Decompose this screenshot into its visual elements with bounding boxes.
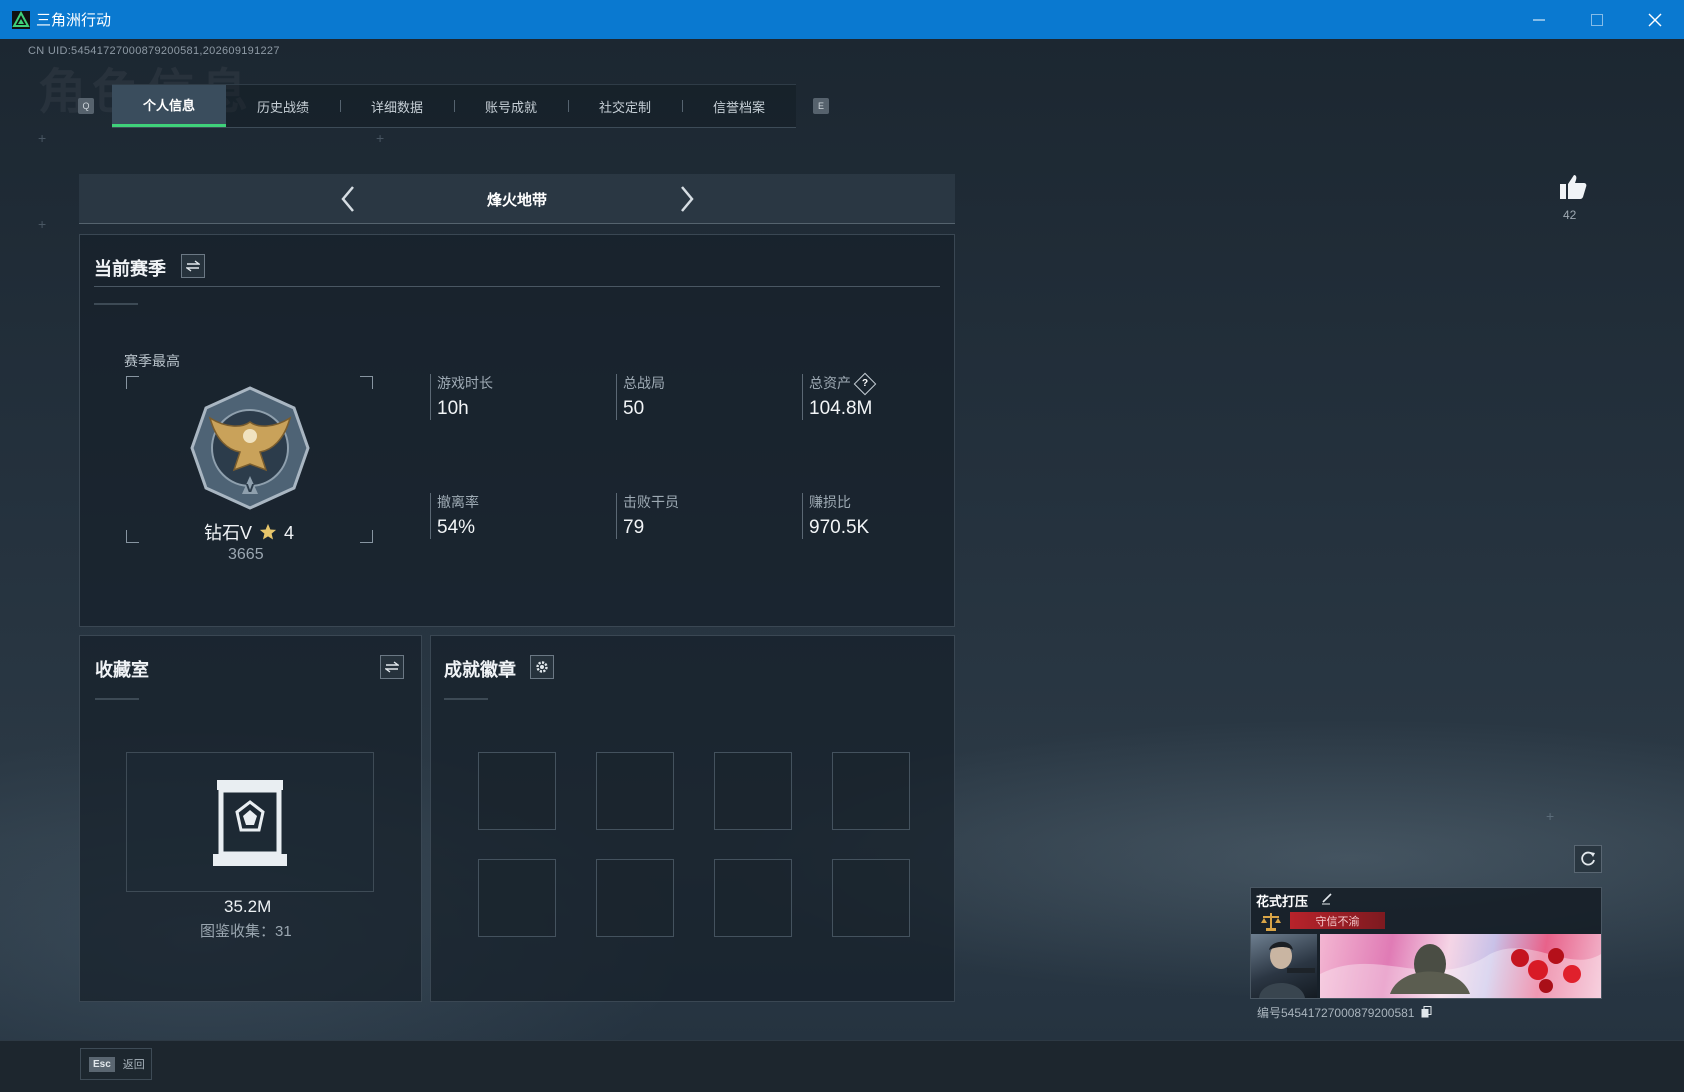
- rank-name: 钻石V: [204, 523, 253, 543]
- stat-value: 104.8M: [809, 398, 873, 420]
- credit-tag: 守信不渝: [1290, 912, 1385, 929]
- collection-switch-button[interactable]: [380, 655, 404, 679]
- stat-label: 总战局: [623, 375, 665, 391]
- tab-match-history[interactable]: 历史战绩: [226, 85, 340, 127]
- next-tab-key-hint[interactable]: E: [813, 98, 829, 114]
- player-id: 编号5454172700087920058​1: [1257, 1004, 1432, 1021]
- tab-detailed-data[interactable]: 详细数据: [340, 85, 454, 127]
- stat-total-assets: 总资产? 104.8M: [802, 372, 877, 420]
- collection-value: 35.2M: [224, 897, 272, 916]
- stat-play-time: 游戏时长 10h: [430, 374, 493, 420]
- decor-tick: [444, 698, 488, 700]
- maximize-icon: [1591, 13, 1603, 26]
- bottom-bar: [0, 1040, 1684, 1092]
- maximize-button[interactable]: [1568, 0, 1626, 39]
- badge-slot[interactable]: [596, 752, 674, 830]
- stat-profit-loss-ratio: 赚损比 970.5K: [802, 493, 869, 539]
- close-window-button[interactable]: [1626, 0, 1684, 39]
- tab-credit-record[interactable]: 信誉档案: [682, 85, 796, 127]
- stat-operators-defeated: 击败干员 79: [616, 493, 679, 539]
- frame-corner: [360, 376, 373, 389]
- display-case-icon: [213, 780, 287, 866]
- stat-label: 总资产: [809, 375, 851, 391]
- badge-slot[interactable]: [714, 859, 792, 937]
- player-avatar[interactable]: [1251, 934, 1317, 998]
- stat-label: 撤离率: [437, 494, 479, 510]
- stat-label: 赚损比: [809, 494, 851, 510]
- season-title: 当前赛季: [94, 259, 166, 279]
- frame-corner: [126, 376, 139, 389]
- badge-slot[interactable]: [832, 752, 910, 830]
- tab-account-achievements[interactable]: 账号成就: [454, 85, 568, 127]
- uid-text: CN UID:5454172700087920058​1,20260919122…: [28, 45, 280, 57]
- decor-cross: +: [376, 130, 385, 146]
- edit-name-button[interactable]: [1320, 891, 1334, 905]
- collection-title: 收藏室: [95, 660, 149, 680]
- tab-social-customization[interactable]: 社交定制: [568, 85, 682, 127]
- season-best-label: 赛季最高: [124, 353, 180, 369]
- badge-slot[interactable]: [596, 859, 674, 937]
- star-icon: [259, 523, 277, 540]
- mode-next-button[interactable]: [671, 184, 701, 214]
- prev-tab-key-hint[interactable]: Q: [78, 98, 94, 114]
- achievements-settings-button[interactable]: [530, 655, 554, 679]
- decor-tick: [94, 303, 138, 305]
- stat-label: 游戏时长: [437, 375, 493, 391]
- collection-count: 图鉴收集：31: [200, 923, 292, 940]
- decor-cross: +: [38, 130, 47, 146]
- rank-stars: 4: [284, 523, 295, 543]
- mode-label: 烽火地带: [486, 192, 547, 209]
- badge-slot[interactable]: [478, 859, 556, 937]
- badge-slot[interactable]: [714, 752, 792, 830]
- stat-value: 50: [623, 398, 645, 419]
- decor-cross: +: [38, 216, 47, 232]
- like-count: 42: [1563, 208, 1577, 222]
- copy-icon[interactable]: [1421, 1006, 1432, 1018]
- minimize-icon: [1533, 19, 1545, 20]
- scales-emblem-icon: [1261, 913, 1281, 931]
- back-label: 返回: [122, 1059, 145, 1071]
- frame-corner: [360, 530, 373, 543]
- player-banner[interactable]: [1320, 934, 1601, 998]
- swap-icon: [385, 661, 399, 673]
- stat-total-matches: 总战局 50: [616, 374, 665, 420]
- stat-value: 970.5K: [809, 517, 870, 538]
- season-switch-button[interactable]: [181, 254, 205, 278]
- profile-tabs: 个人信息 历史战绩 详细数据 账号成就 社交定制 信誉档案: [112, 84, 796, 128]
- stat-extraction-rate: 撤离率 54%: [430, 493, 479, 539]
- tab-personal-info[interactable]: 个人信息: [112, 85, 226, 127]
- stat-value: 54%: [437, 517, 476, 538]
- stat-value: 10h: [437, 398, 469, 419]
- banner-art-icon: [1320, 944, 1601, 998]
- badge-slot[interactable]: [832, 859, 910, 937]
- swap-icon: [186, 260, 200, 272]
- decor-tick: [95, 698, 139, 700]
- esc-key-hint: Esc: [89, 1056, 115, 1072]
- achievements-title: 成就徽章: [444, 660, 516, 680]
- rank-display: 钻石V 4: [204, 519, 294, 545]
- minimize-button[interactable]: [1510, 0, 1568, 39]
- gear-icon: [536, 661, 548, 673]
- app-logo-icon: [12, 10, 30, 29]
- operator-portrait-icon: [1259, 941, 1315, 998]
- divider: [94, 286, 940, 287]
- window-titlebar: 三角洲行动: [0, 0, 1684, 39]
- rank-score: 3665: [228, 546, 264, 563]
- svg-text:V: V: [246, 482, 255, 495]
- refresh-icon: [1581, 851, 1595, 866]
- refresh-card-button[interactable]: [1574, 845, 1602, 873]
- decor-cross: +: [1546, 808, 1555, 824]
- rank-emblem-icon: V: [190, 386, 310, 510]
- badge-slot[interactable]: [478, 752, 556, 830]
- back-button[interactable]: Esc 返回: [80, 1048, 152, 1080]
- stat-label: 击败干员: [623, 494, 679, 510]
- frame-corner: [126, 530, 139, 543]
- player-name: 花式打压: [1256, 894, 1309, 909]
- close-icon: [1648, 13, 1662, 26]
- window-title: 三角洲行动: [36, 12, 112, 29]
- help-icon[interactable]: ?: [853, 372, 877, 396]
- stat-value: 79: [623, 517, 645, 538]
- like-button[interactable]: [1558, 172, 1588, 202]
- mode-selector: 烽火地带: [79, 174, 955, 224]
